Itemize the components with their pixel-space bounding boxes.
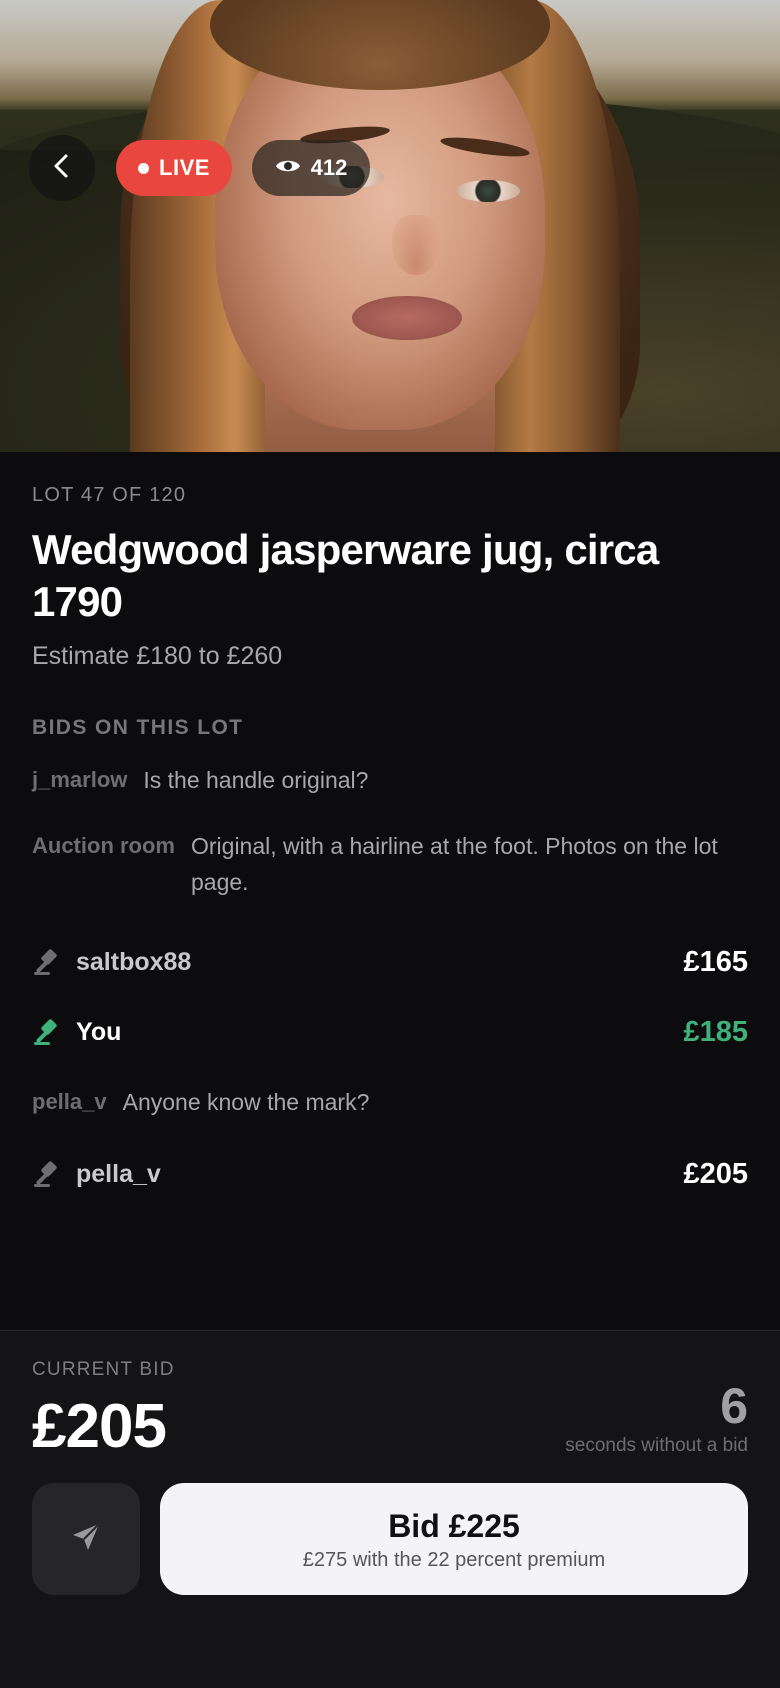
current-bid-value: £205 xyxy=(32,1392,167,1461)
viewer-count: 412 xyxy=(310,155,348,180)
lot-detail-page: LIVE 412 LOT 47 OF 120 Wedgwood jasperwa… xyxy=(0,0,780,1688)
chevron-left-icon xyxy=(50,152,74,185)
lot-number: LOT 47 OF 120 xyxy=(32,484,187,506)
feed-message: pella_v Anyone know the mark? xyxy=(32,1084,748,1120)
feed-bid: saltbox88 £165 xyxy=(32,942,748,982)
gavel-icon xyxy=(32,1160,60,1188)
bidder-name: pella_v xyxy=(76,1159,161,1188)
bid-button-label: Bid £225 xyxy=(388,1507,520,1544)
eye-icon xyxy=(275,155,301,181)
live-label: LIVE xyxy=(159,155,210,180)
live-dot-icon xyxy=(138,162,150,174)
back-button[interactable] xyxy=(29,135,95,201)
message-author: j_marlow xyxy=(32,767,128,792)
bid-button-premium: £275 with the 22 percent premium xyxy=(302,1548,606,1571)
countdown-value: 6 xyxy=(720,1378,748,1434)
bidder-name: saltbox88 xyxy=(76,947,192,976)
lot-title: Wedgwood jasperware jug, circa 1790 xyxy=(32,526,659,625)
feed-bid-you: You £185 xyxy=(32,1012,748,1052)
current-bid-label: CURRENT BID xyxy=(32,1359,175,1380)
feed-message: Auction room Original, with a hairline a… xyxy=(32,828,748,900)
feed-bid: pella_v £205 xyxy=(32,1154,748,1194)
place-bid-button[interactable]: Bid £225 £275 with the 22 percent premiu… xyxy=(160,1483,748,1595)
bid-amount: £185 xyxy=(683,1015,748,1048)
bids-heading: BIDS ON THIS LOT xyxy=(32,716,244,739)
gavel-icon xyxy=(32,1018,60,1046)
gavel-icon xyxy=(32,948,60,976)
live-badge: LIVE xyxy=(116,140,232,196)
message-author: pella_v xyxy=(32,1089,107,1114)
message-text: Is the handle original? xyxy=(143,767,369,793)
message-text: Original, with a hairline at the foot. P… xyxy=(191,833,718,895)
bidder-name: You xyxy=(76,1017,122,1046)
countdown-label: seconds without a bid xyxy=(565,1435,748,1456)
bid-amount: £205 xyxy=(683,1157,748,1190)
message-text: Anyone know the mark? xyxy=(122,1089,370,1115)
send-message-button[interactable] xyxy=(32,1483,140,1595)
bid-amount: £165 xyxy=(683,945,748,978)
bid-panel: CURRENT BID £205 6 seconds without a bid… xyxy=(0,1330,780,1688)
message-author: Auction room xyxy=(32,833,175,858)
feed-message: j_marlow Is the handle original? xyxy=(32,762,748,798)
paper-plane-icon xyxy=(69,1520,103,1559)
viewer-count-badge: 412 xyxy=(252,140,370,196)
lot-estimate: Estimate £180 to £260 xyxy=(32,642,283,670)
hero-controls: LIVE 412 xyxy=(0,0,780,452)
